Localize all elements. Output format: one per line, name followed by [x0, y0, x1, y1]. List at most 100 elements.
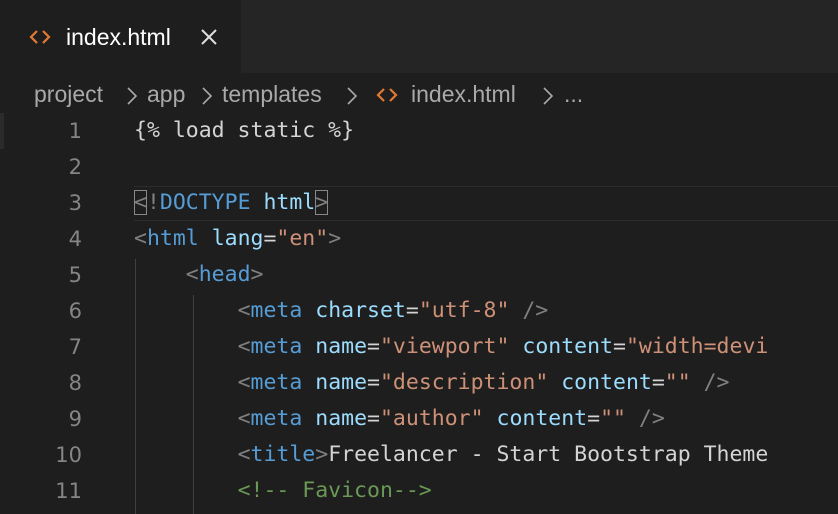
token: title: [250, 442, 316, 467]
bracket-match: <: [134, 190, 147, 215]
code-line[interactable]: 5 <head>: [0, 257, 838, 293]
tab-bar: index.html: [0, 0, 838, 73]
token: meta: [250, 298, 303, 323]
line-number: 4: [68, 227, 82, 251]
html-brackets-icon: [374, 83, 400, 107]
token: "description": [379, 370, 549, 395]
code-line[interactable]: 7 <meta name="viewport" content="width=d…: [0, 329, 838, 365]
token: lang: [211, 226, 264, 251]
code-line[interactable]: 11 <!-- Favicon-->: [0, 473, 838, 509]
code-line[interactable]: 4 <html lang="en">: [0, 221, 838, 257]
code-line[interactable]: 8 <meta name="description" content="" />: [0, 365, 838, 401]
token: name: [315, 406, 368, 431]
token: "": [664, 370, 691, 395]
token: "author": [379, 406, 484, 431]
token: !: [146, 190, 160, 215]
code-line[interactable]: 10 <title>Freelancer - Start Bootstrap T…: [0, 437, 838, 473]
token: meta: [250, 370, 303, 395]
token: content: [496, 406, 588, 431]
code-text: <meta name="description" content="" />: [134, 365, 730, 401]
token: charset: [315, 298, 406, 323]
editor-window: index.html project app templates index.h…: [0, 0, 838, 514]
token: =: [587, 406, 601, 431]
line-number: 5: [68, 263, 82, 287]
line-number: 7: [68, 335, 82, 359]
code-text: <!-- Favicon-->: [134, 473, 432, 509]
token: =: [651, 370, 665, 395]
code-text: {% load static %}: [134, 113, 354, 149]
code-text: <head>: [134, 257, 264, 293]
html-brackets-icon: [27, 22, 53, 52]
chevron-right-icon: [542, 85, 554, 105]
token: =: [367, 334, 380, 359]
token: "utf-8": [418, 298, 510, 323]
code-text: <meta name="author" content="" />: [134, 401, 665, 437]
token: content: [561, 370, 652, 395]
code-line[interactable]: 2: [0, 149, 838, 185]
token: >: [328, 226, 342, 251]
token: =: [613, 334, 626, 359]
token: >: [250, 262, 264, 287]
token: <: [185, 262, 199, 287]
token: <: [237, 442, 251, 467]
code-text: <html lang="en">: [134, 221, 341, 257]
token: DOCTYPE: [159, 190, 251, 215]
token: head: [198, 262, 251, 287]
token: name: [315, 370, 368, 395]
code-text: <meta charset="utf-8" />: [134, 293, 549, 329]
token: "": [600, 406, 626, 431]
tab-label: index.html: [66, 24, 171, 50]
breadcrumb-item-index-html[interactable]: index.html: [411, 77, 516, 111]
chevron-right-icon: [201, 85, 213, 105]
token: Freelancer - Start Bootstrap Theme: [328, 442, 769, 467]
breadcrumb-item-project[interactable]: project: [34, 77, 103, 111]
token: <: [237, 334, 251, 359]
token: meta: [250, 406, 303, 431]
token: />: [625, 406, 665, 431]
breadcrumb-item-app[interactable]: app: [147, 77, 185, 111]
token: name: [315, 334, 368, 359]
token: html: [263, 190, 316, 215]
template-tag: {% load static %}: [134, 118, 355, 143]
chevron-right-icon: [346, 85, 358, 105]
code-editor[interactable]: 1 {% load static %} 2 3 <!DOCTYPE html> …: [0, 113, 838, 514]
token: meta: [250, 334, 303, 359]
code-text: <!DOCTYPE html>: [134, 185, 329, 221]
token: =: [367, 370, 380, 395]
code-text: <meta name="viewport" content="width=dev…: [134, 329, 769, 365]
code-line-active[interactable]: 3 <!DOCTYPE html>: [0, 185, 838, 221]
line-number: 11: [55, 479, 82, 503]
token: />: [509, 298, 549, 323]
code-line[interactable]: 6 <meta charset="utf-8" />: [0, 293, 838, 329]
bracket-match: >: [315, 190, 329, 215]
tab-index-html[interactable]: index.html: [0, 0, 241, 73]
line-number: 3: [68, 191, 82, 215]
token: >: [315, 442, 329, 467]
line-number: 2: [68, 155, 82, 179]
token: =: [367, 406, 380, 431]
code-line[interactable]: 1 {% load static %}: [0, 113, 838, 149]
breadcrumb-item-more[interactable]: ...: [564, 77, 583, 111]
token: <: [134, 226, 147, 251]
line-number: 9: [68, 407, 82, 431]
token: content: [522, 334, 613, 359]
token: <: [237, 370, 251, 395]
code-line[interactable]: 9 <meta name="author" content="" />: [0, 401, 838, 437]
chevron-right-icon: [126, 85, 138, 105]
token: "en": [276, 226, 329, 251]
token: =: [405, 298, 419, 323]
html-comment: <!-- Favicon-->: [237, 478, 432, 503]
close-icon[interactable]: [198, 26, 220, 48]
token: =: [263, 226, 277, 251]
breadcrumb-item-templates[interactable]: templates: [222, 77, 322, 111]
token: <: [237, 298, 251, 323]
line-number: 6: [68, 299, 82, 323]
token: />: [690, 370, 730, 395]
code-text: <title>Freelancer - Start Bootstrap Them…: [134, 437, 769, 473]
line-number: 1: [68, 119, 82, 143]
token: <: [237, 406, 251, 431]
token: html: [146, 226, 199, 251]
token: "viewport": [379, 334, 510, 359]
line-number: 10: [55, 443, 82, 467]
breadcrumb: project app templates index.html ...: [0, 73, 838, 115]
